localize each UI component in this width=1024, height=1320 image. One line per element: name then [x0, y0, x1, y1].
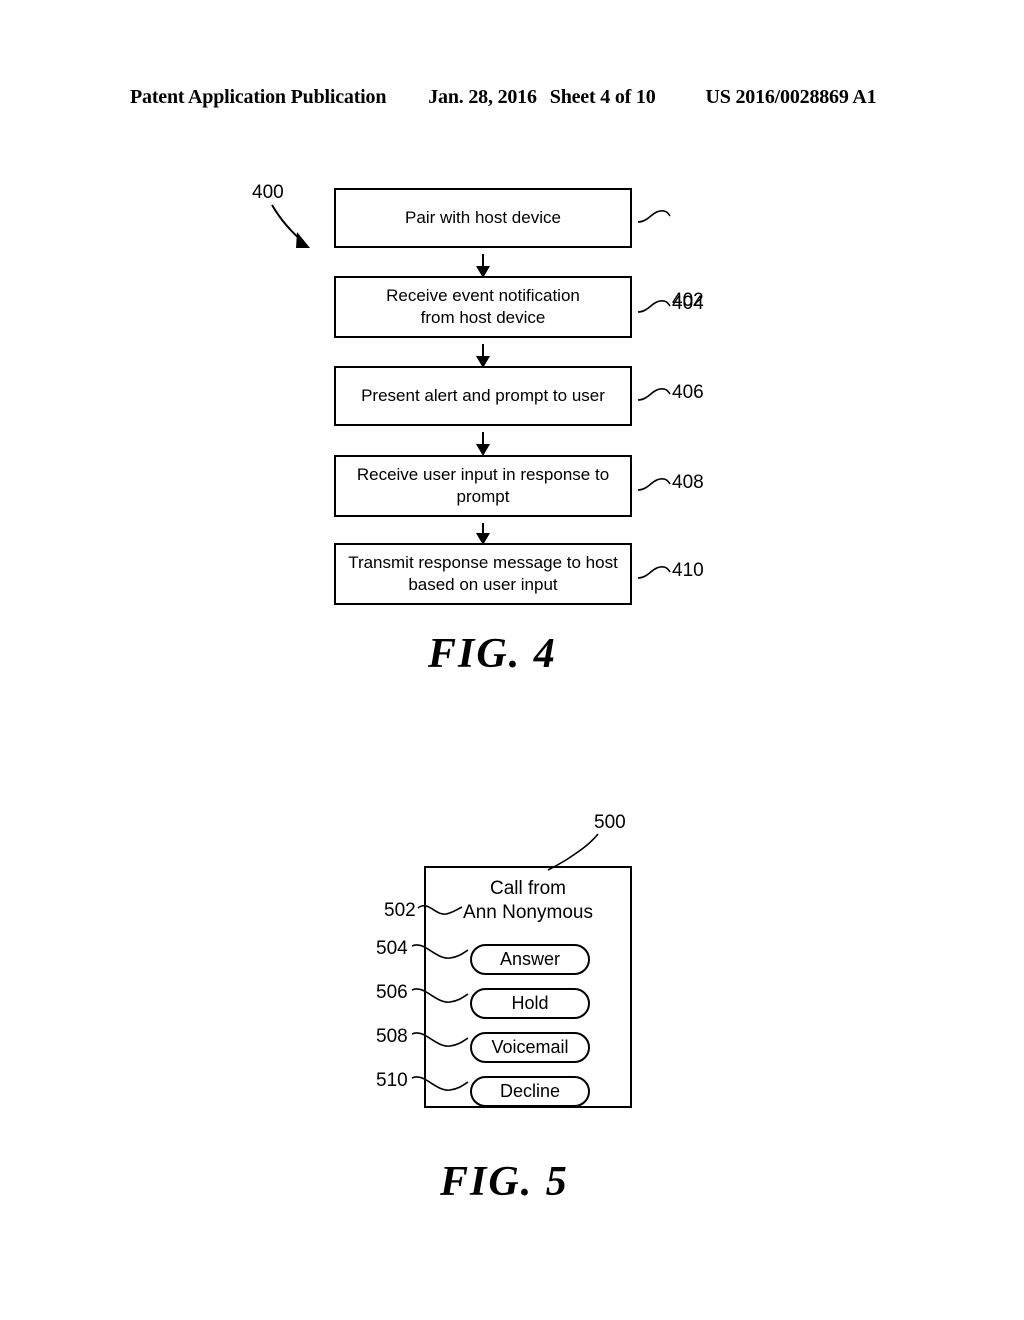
leader-406	[637, 388, 671, 401]
ref-number-508: 508	[376, 1026, 408, 1047]
ref-number-506: 506	[376, 982, 408, 1003]
header-publication-label: Patent Application Publication	[130, 86, 387, 108]
leader-402	[637, 210, 671, 223]
flow-step-404: Receive event notification from host devi…	[334, 276, 636, 342]
leader-400-arrowhead	[296, 232, 310, 248]
flow-step-402-label: Pair with host device	[405, 207, 561, 227]
figure-4-caption: FIG. 4	[428, 631, 557, 677]
notification-panel: Call from Ann Nonymous Answer Hold Voicem…	[424, 866, 632, 1109]
decline-button[interactable]: Decline	[470, 1076, 592, 1109]
flow-step-406-label: Present alert and prompt to user	[361, 385, 605, 405]
answer-button[interactable]: Answer	[470, 944, 592, 977]
flow-step-408: Receive user input in response to prompt	[334, 455, 636, 521]
flow-step-406: Present alert and prompt to user	[334, 366, 636, 430]
hold-button-label: Hold	[511, 993, 549, 1013]
leader-500	[547, 833, 599, 871]
voicemail-button-label: Voicemail	[491, 1037, 569, 1057]
header-patent-number: US 2016/0028869 A1	[705, 86, 877, 108]
call-title: Call from Ann Nonymous	[463, 878, 593, 924]
ref-number-502: 502	[384, 900, 416, 921]
leader-410	[637, 566, 671, 579]
page-header: Patent Application Publication Jan. 28, …	[130, 86, 894, 112]
decline-button-label: Decline	[499, 1081, 561, 1101]
ref-number-500: 500	[594, 812, 626, 833]
leader-404	[637, 300, 671, 313]
ref-number-404: 404	[672, 293, 704, 314]
ref-number-400: 400	[252, 182, 284, 203]
figure-5-caption: FIG. 5	[440, 1159, 569, 1205]
flow-step-404-label: Receive event notification from host devi…	[386, 285, 580, 327]
voicemail-button[interactable]: Voicemail	[470, 1032, 592, 1065]
header-date-label: Jan. 28, 2016	[428, 86, 537, 108]
flow-step-410: Transmit response message to host based o…	[334, 543, 636, 609]
ref-number-408: 408	[672, 472, 704, 493]
leader-408	[637, 478, 671, 491]
flow-step-408-label: Receive user input in response to prompt	[356, 464, 610, 506]
flow-step-402: Pair with host device	[334, 188, 636, 252]
header-sheet-label: Sheet 4 of 10	[549, 86, 656, 108]
flow-step-410-label: Transmit response message to host based o…	[348, 552, 618, 594]
ref-number-410: 410	[672, 560, 704, 581]
ref-number-504: 504	[376, 938, 408, 959]
leader-400	[271, 204, 305, 244]
hold-button[interactable]: Hold	[470, 988, 592, 1021]
answer-button-label: Answer	[499, 949, 561, 969]
ref-number-406: 406	[672, 382, 704, 403]
ref-number-510: 510	[376, 1070, 408, 1091]
